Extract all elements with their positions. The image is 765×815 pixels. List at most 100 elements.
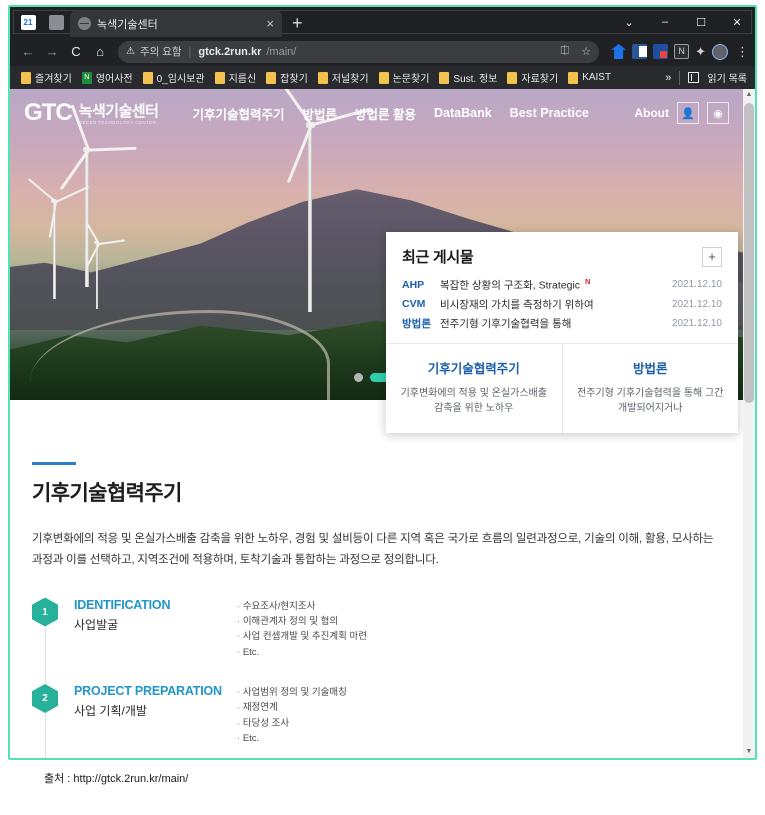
nav-item-about[interactable]: About [634,106,669,120]
profile-avatar-icon[interactable] [712,43,728,60]
forward-button[interactable]: → [40,40,64,64]
extension-notion-icon[interactable]: N [674,44,690,59]
scrollbar-thumb[interactable] [744,103,754,403]
window-controls: ⌄ – ☐ ✕ [611,9,755,35]
web-page: GTC 녹색기술센터 GREEN TECHNOLOGY CENTER 기후기술협… [10,89,743,758]
scroll-up-arrow[interactable]: ▲ [743,89,755,101]
new-badge: N [585,277,591,286]
bookmarks-overflow-icon[interactable]: » [665,72,671,84]
extensions-puzzle-icon[interactable]: ✦ [695,44,706,59]
bookmark-label: 자료찾기 [521,74,559,85]
site-nav: 기후기술협력주기 방법론 방법론 활용 DataBank Best Practi… [192,104,588,123]
bookmark-item[interactable]: 논문찾기 [374,70,435,85]
minimize-button[interactable]: – [647,9,683,35]
gear-icon[interactable]: ◉ [707,102,729,124]
url-path: /main/ [266,45,297,58]
list-item[interactable]: CVM 비시장재의 가치를 측정하기 위하여 2021.12.10 [402,295,722,314]
naver-icon [81,71,92,84]
bookmark-item[interactable]: 저널찾기 [313,70,374,85]
nav-item-best-practice[interactable]: Best Practice [510,106,589,120]
window-close-button[interactable]: ✕ [719,9,755,35]
page-scrollbar[interactable]: ▲ ▼ [743,89,755,758]
carousel-dot-1[interactable] [353,373,363,382]
nav-item-climate-cycle[interactable]: 기후기술협력주기 [192,104,284,123]
bookmark-item[interactable]: 영어사전 [77,70,138,85]
step-bullets: 사업범위 정의 및 기술매칭 재정연계 타당성 조사 Etc. [237,684,721,747]
folder-icon [21,71,31,84]
bookmark-label: 잡찾기 [280,74,308,85]
globe-icon [78,17,91,30]
post-title-text: 복잡한 상황의 구조화, Strategic [440,279,581,292]
share-icon[interactable]: ⎅ [560,45,569,58]
nav-item-methodology[interactable]: 방법론 [303,104,338,123]
bookmark-label: Sust. 정보 [453,74,498,85]
reading-list-label[interactable]: 읽기 목록 [707,70,747,85]
security-label[interactable]: 주의 요함 [140,44,182,59]
chrome-menu-icon[interactable]: ⋮ [734,44,749,60]
post-title: 비시장재의 가치를 측정하기 위하여 [440,298,594,311]
user-icon[interactable]: 👤 [677,102,699,124]
address-bar[interactable]: ⚠ 주의 요함 | gtck.2run.kr /main/ ⎅ ☆ [118,40,600,63]
home-button[interactable]: ⌂ [88,40,112,64]
extension-pdf-icon[interactable] [653,44,669,59]
card-split-section: 기후기술협력주기 기후변화에의 적용 및 온실가스배출 감축을 위한 노하우 방… [386,342,739,433]
bookmark-item[interactable]: 0_임시보관 [138,70,210,85]
bookmark-item[interactable]: 즐겨찾기 [16,70,77,85]
step-marker: 2 [32,684,62,758]
post-tag: 방법론 [402,317,431,330]
maximize-button[interactable]: ☐ [683,9,719,35]
bookmark-label: 즐겨찾기 [35,74,72,85]
extensions-row: N ✦ ⋮ [605,43,749,60]
split-card-climate-cycle[interactable]: 기후기술협력주기 기후변화에의 적용 및 온실가스배출 감축을 위한 노하우 [386,344,562,433]
step-title-ko: 사업 기획/개발 [74,704,147,719]
bookmark-item[interactable]: 잡찾기 [261,70,313,85]
folder-icon [266,71,277,84]
page-title: 기후기술협력주기 [32,482,182,505]
post-title: 복잡한 상황의 구조화, Strategic N [440,277,664,293]
reading-list-icon[interactable] [688,72,700,83]
extension-blue-icon[interactable] [611,44,627,59]
bookmark-item[interactable]: KAIST [563,71,616,84]
site-nav-right: About 👤 ◉ [634,102,729,124]
tab-search-button[interactable]: ⌄ [611,9,647,35]
bookmark-label: 0_임시보관 [156,74,205,85]
bullet-item: 타당성 조사 [237,716,721,731]
nav-item-databank[interactable]: DataBank [434,106,492,120]
note-icon [48,14,64,30]
close-icon[interactable]: × [266,17,274,30]
folder-icon [378,71,389,84]
page-viewport: GTC 녹색기술센터 GREEN TECHNOLOGY CENTER 기후기술협… [10,89,755,758]
step-marker: 1 [32,597,62,687]
folder-icon [214,71,225,84]
pinned-tab-note[interactable] [42,9,70,35]
logo-subtitle: GREEN TECHNOLOGY CENTER [78,119,157,125]
back-button[interactable]: ← [16,40,40,64]
list-item[interactable]: 방법론 전주기형 기후기술협력을 통해 2021.12.10 [402,314,722,333]
post-date: 2021.12.10 [671,279,722,291]
scroll-down-arrow[interactable]: ▼ [743,746,755,758]
folder-icon [317,71,328,84]
tab-active[interactable]: 녹색기술센터 × [70,10,282,37]
add-post-button[interactable]: + [702,246,722,267]
bullet-item: 이해관계자 정의 및 협의 [237,614,721,629]
bookmark-star-icon[interactable]: ☆ [581,45,591,58]
section-rule [32,462,76,465]
split-title: 기후기술협력주기 [427,361,520,376]
bookmark-item[interactable]: 자료찾기 [502,70,563,85]
section-paragraph: 기후변화에의 적응 및 온실가스배출 감축을 위한 노하우, 경험 및 설비등이… [32,533,714,567]
bookmark-label: KAIST [582,72,612,83]
content-section: 기후기술협력주기 기후변화에의 적응 및 온실가스배출 감축을 위한 노하우, … [10,400,743,758]
extension-office-icon[interactable] [632,44,648,59]
list-item[interactable]: AHP 복잡한 상황의 구조화, Strategic N 2021.12.10 [402,275,722,295]
post-tag: AHP [402,278,425,291]
wind-turbine-large [274,89,372,312]
reload-button[interactable]: C [64,40,88,64]
nav-item-methodology-use[interactable]: 방법론 활용 [355,104,416,123]
split-card-methodology[interactable]: 방법론 전주기형 기후기술협력을 통해 그간 개발되어지거나 [561,343,739,433]
bookmark-item[interactable]: Sust. 정보 [434,70,502,85]
bookmarks-bar: 즐겨찾기 영어사전 0_임시보관 지름신 잡찾기 저널찾기 논문찾기 Sust.… [10,66,755,89]
post-date: 2021.12.10 [671,298,722,310]
toolbar: ← → C ⌂ ⚠ 주의 요함 | gtck.2run.kr /main/ ⎅ … [10,37,755,66]
site-logo[interactable]: GTC 녹색기술센터 GREEN TECHNOLOGY CENTER [24,101,159,125]
bookmark-item[interactable]: 지름신 [210,70,262,85]
